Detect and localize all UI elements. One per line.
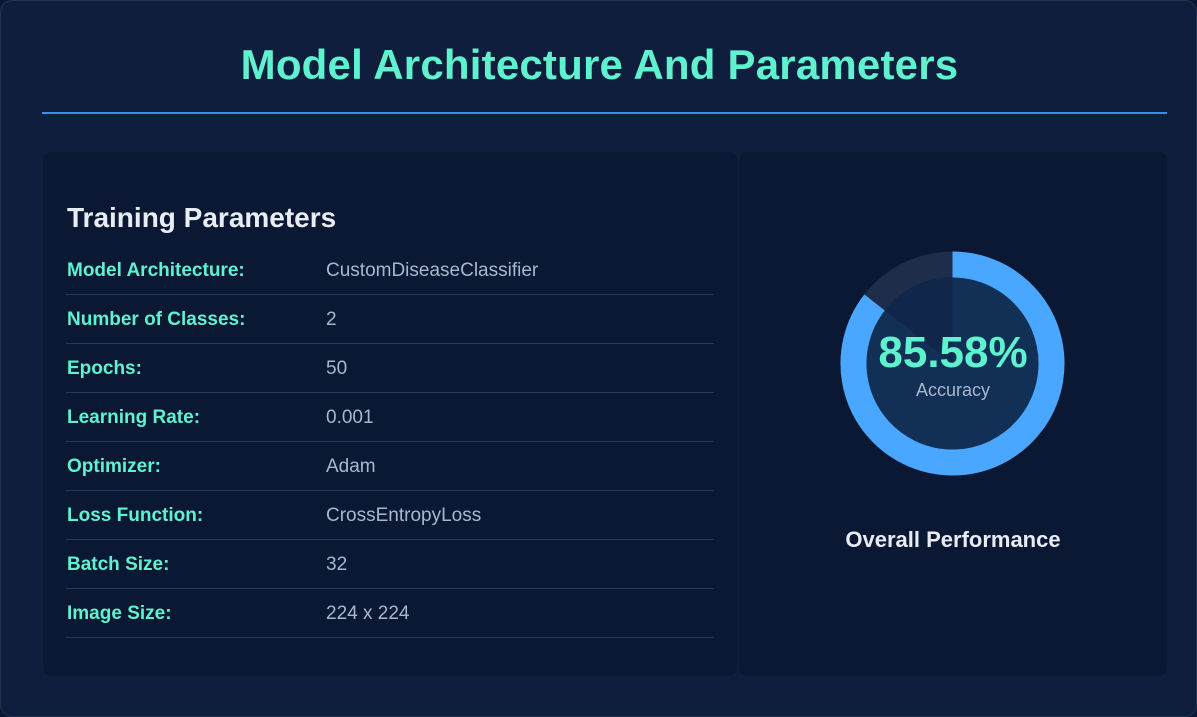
accuracy-value: 85.58% [878,328,1028,377]
param-row-loss-function: Loss Function: CrossEntropyLoss [66,491,714,540]
param-label: Number of Classes: [67,309,246,330]
param-row-epochs: Epochs: 50 [66,344,714,393]
page-title: Model Architecture And Parameters [240,41,959,88]
param-row-optimizer: Optimizer: Adam [66,442,714,491]
param-row-learning-rate: Learning Rate: 0.001 [66,393,714,442]
param-label: Epochs: [67,358,142,379]
param-row-model-architecture: Model Architecture: CustomDiseaseClassif… [66,246,714,295]
param-label: Batch Size: [67,554,170,575]
performance-panel: 85.58% Accuracy Overall Performance [739,152,1167,676]
param-value: Adam [326,456,376,477]
param-value: CustomDiseaseClassifier [326,260,539,281]
param-value: CrossEntropyLoss [326,505,482,526]
param-label: Loss Function: [67,505,204,526]
param-label: Model Architecture: [67,260,245,281]
param-value: 32 [326,554,348,575]
param-label: Optimizer: [67,456,161,477]
param-value: 2 [326,309,337,330]
section-title: Training Parameters [67,202,337,233]
param-row-batch-size: Batch Size: 32 [66,540,714,589]
param-row-image-size: Image Size: 224 x 224 [66,589,714,638]
param-label: Image Size: [67,603,172,624]
app-window: Model Architecture And Parameters Traini… [0,0,1197,717]
accuracy-caption: Accuracy [915,380,991,400]
param-label: Learning Rate: [67,407,201,428]
param-value: 0.001 [326,407,374,428]
title-divider [42,112,1167,114]
param-value: 224 x 224 [326,603,410,624]
training-parameters-panel: Training Parameters Model Architecture: … [43,152,737,676]
param-value: 50 [326,358,348,379]
performance-title: Overall Performance [845,527,1061,552]
param-row-number-of-classes: Number of Classes: 2 [66,295,714,344]
